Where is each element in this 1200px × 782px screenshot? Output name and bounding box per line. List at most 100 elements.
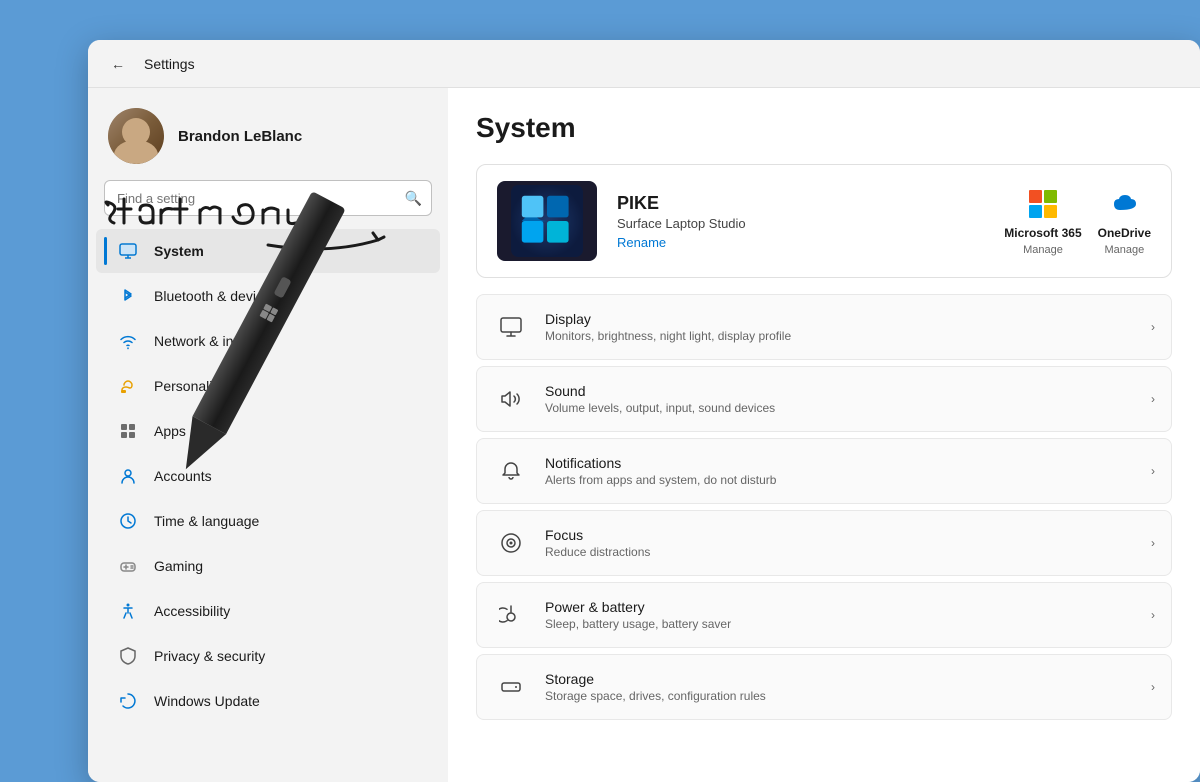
device-name: PIKE [617,193,984,214]
shield-icon [116,644,140,668]
quick-app-onedrive[interactable]: OneDrive Manage [1098,186,1151,256]
settings-item-notifications[interactable]: Notifications Alerts from apps and syste… [476,438,1172,504]
apps-icon [116,419,140,443]
settings-list: Display Monitors, brightness, night ligh… [476,294,1172,720]
sidebar-item-personalization[interactable]: Personalization [96,364,440,408]
chevron-right-icon: › [1151,464,1155,478]
sidebar-item-accounts[interactable]: Accounts [96,454,440,498]
device-card: PIKE Surface Laptop Studio Rename [476,164,1172,278]
sidebar-item-system[interactable]: System [96,229,440,273]
m365-icon [1025,186,1061,222]
storage-label: Storage [545,671,1135,687]
gaming-icon [116,554,140,578]
notifications-label: Notifications [545,455,1135,471]
chevron-right-icon: › [1151,608,1155,622]
back-icon: ← [111,56,125,72]
settings-item-power[interactable]: Power & battery Sleep, battery usage, ba… [476,582,1172,648]
bluetooth-icon [116,284,140,308]
storage-icon [493,669,529,705]
power-icon [493,597,529,633]
sound-text: Sound Volume levels, output, input, soun… [545,383,1135,415]
focus-icon [493,525,529,561]
page-title: System [476,112,1172,144]
display-icon [493,309,529,345]
user-section[interactable]: Brandon LeBlanc [88,88,448,180]
brush-icon [116,374,140,398]
content-area: Brandon LeBlanc 🔍 System [88,88,1200,782]
sidebar-label-gaming: Gaming [154,558,203,574]
focus-desc: Reduce distractions [545,545,1135,559]
back-button[interactable]: ← [104,50,132,78]
notifications-text: Notifications Alerts from apps and syste… [545,455,1135,487]
sidebar-label-network: Network & internet [154,333,269,349]
account-icon [116,464,140,488]
sidebar-label-personalization: Personalization [154,378,250,394]
sidebar-label-update: Windows Update [154,693,260,709]
onedrive-label: OneDrive [1098,226,1151,240]
clock-icon [116,509,140,533]
m365-sublabel: Manage [1023,244,1063,256]
sidebar-label-apps: Apps [154,423,186,439]
sidebar-label-time: Time & language [154,513,259,529]
sidebar-item-update[interactable]: Windows Update [96,679,440,723]
chevron-right-icon: › [1151,320,1155,334]
power-text: Power & battery Sleep, battery usage, ba… [545,599,1135,631]
sidebar-label-privacy: Privacy & security [154,648,265,664]
windows-logo [511,185,583,257]
monitor-icon [116,239,140,263]
onedrive-sublabel: Manage [1104,244,1144,256]
power-label: Power & battery [545,599,1135,615]
settings-item-display[interactable]: Display Monitors, brightness, night ligh… [476,294,1172,360]
chevron-right-icon: › [1151,392,1155,406]
accessibility-icon [116,599,140,623]
sidebar-label-bluetooth: Bluetooth & devices [154,288,278,304]
avatar-image [108,108,164,164]
sound-label: Sound [545,383,1135,399]
settings-item-sound[interactable]: Sound Volume levels, output, input, soun… [476,366,1172,432]
sidebar: Brandon LeBlanc 🔍 System [88,88,448,782]
storage-text: Storage Storage space, drives, configura… [545,671,1135,703]
update-icon [116,689,140,713]
sidebar-item-apps[interactable]: Apps [96,409,440,453]
sound-icon [493,381,529,417]
chevron-right-icon: › [1151,680,1155,694]
m365-label: Microsoft 365 [1004,226,1081,240]
quick-apps: Microsoft 365 Manage OneDrive Manage [1004,186,1151,256]
power-desc: Sleep, battery usage, battery saver [545,617,1135,631]
sidebar-item-privacy[interactable]: Privacy & security [96,634,440,678]
device-thumbnail [497,181,597,261]
sidebar-label-accessibility: Accessibility [154,603,230,619]
settings-item-storage[interactable]: Storage Storage space, drives, configura… [476,654,1172,720]
search-icon: 🔍 [405,190,422,207]
rename-link[interactable]: Rename [617,235,984,250]
main-content: System [448,88,1200,782]
notifications-icon [493,453,529,489]
chevron-right-icon: › [1151,536,1155,550]
sidebar-item-accessibility[interactable]: Accessibility [96,589,440,633]
sound-desc: Volume levels, output, input, sound devi… [545,401,1135,415]
display-label: Display [545,311,1135,327]
sidebar-item-time[interactable]: Time & language [96,499,440,543]
sidebar-label-accounts: Accounts [154,468,212,484]
device-info: PIKE Surface Laptop Studio Rename [617,193,984,250]
settings-item-focus[interactable]: Focus Reduce distractions › [476,510,1172,576]
avatar [108,108,164,164]
display-text: Display Monitors, brightness, night ligh… [545,311,1135,343]
quick-app-m365[interactable]: Microsoft 365 Manage [1004,186,1081,256]
sidebar-item-gaming[interactable]: Gaming [96,544,440,588]
search-box: 🔍 [104,180,432,216]
settings-window: ← Settings Brandon LeBlanc 🔍 [88,40,1200,782]
sidebar-label-system: System [154,243,204,259]
notifications-desc: Alerts from apps and system, do not dist… [545,473,1135,487]
wifi-icon [116,329,140,353]
focus-label: Focus [545,527,1135,543]
window-title: Settings [144,56,195,72]
titlebar: ← Settings [88,40,1200,88]
onedrive-icon [1106,186,1142,222]
storage-desc: Storage space, drives, configuration rul… [545,689,1135,703]
focus-text: Focus Reduce distractions [545,527,1135,559]
sidebar-item-network[interactable]: Network & internet [96,319,440,363]
search-input[interactable] [104,180,432,216]
sidebar-item-bluetooth[interactable]: Bluetooth & devices [96,274,440,318]
user-name: Brandon LeBlanc [178,128,302,145]
